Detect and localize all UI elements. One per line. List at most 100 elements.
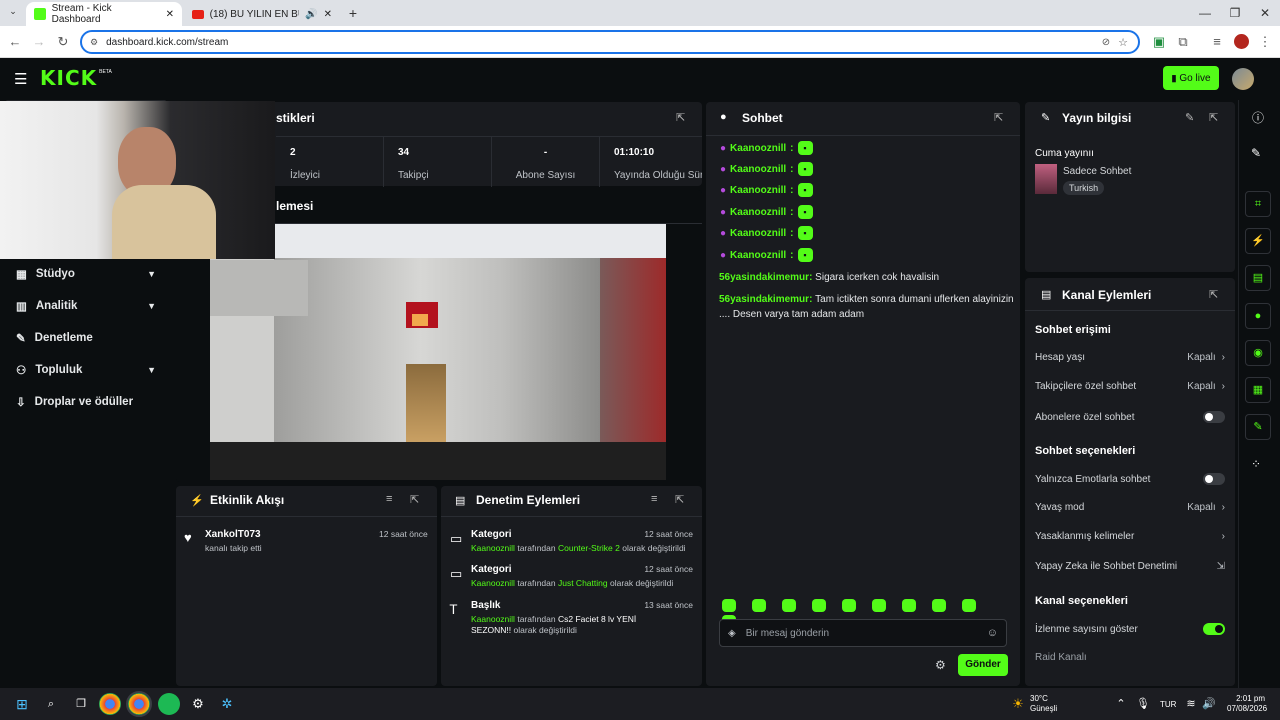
quick-emote-icon[interactable] [902, 599, 916, 612]
chat-user[interactable]: Kaanooznill [730, 228, 786, 239]
setting-raid-channel[interactable]: Raid Kanalı [1035, 652, 1225, 663]
setting-slow-mode[interactable]: Yavaş mod Kapalı › [1035, 502, 1225, 513]
steam-icon[interactable]: ⚙ [187, 693, 209, 715]
browser-menu-icon[interactable]: ⋮ [1254, 32, 1276, 52]
quick-emote-icon[interactable] [932, 599, 946, 612]
sidebar-item-studio[interactable]: ▦ Stüdyo ▼ [16, 264, 156, 284]
back-button[interactable]: ← [4, 32, 26, 52]
quick-emote-icon[interactable] [722, 599, 736, 612]
clock[interactable]: 2:01 pm 07/08/2026 [1227, 694, 1267, 714]
windows-start-icon[interactable]: ⊞ [11, 693, 33, 715]
setting-account-age[interactable]: Hesap yaşı Kapalı › [1035, 352, 1225, 363]
tab-kick-dashboard[interactable]: Stream - Kick Dashboard ✕ [26, 2, 182, 26]
setting-banned-words[interactable]: Yasaklanmış kelimeler › [1035, 531, 1225, 542]
edit-pencil-icon[interactable]: ✎ [1185, 111, 1194, 124]
chat-user[interactable]: Kaanooznill [730, 185, 786, 196]
go-live-button[interactable]: ▮ Go live [1163, 66, 1219, 90]
emote-quick-bar[interactable] [722, 599, 1018, 628]
spotify-icon[interactable] [158, 693, 180, 715]
user-avatar[interactable] [1232, 68, 1254, 90]
popout-icon[interactable]: ⇱ [994, 111, 1003, 124]
more-options-icon[interactable]: ⁘ [1251, 457, 1261, 471]
profile-avatar[interactable] [1234, 34, 1249, 49]
kick-logo[interactable]: KICK BETA [40, 66, 112, 90]
popout-icon[interactable]: ⇱ [675, 493, 684, 506]
setting-ai-moderation[interactable]: Yapay Zeka ile Sohbet Denetimi ⇲ [1035, 561, 1225, 572]
chat-input[interactable]: ◈ Bir mesaj gönderin ☺ [719, 619, 1007, 647]
filter-icon[interactable]: ≡ [651, 493, 657, 505]
rail-lightning-button[interactable]: ⚡ [1245, 228, 1271, 254]
popout-icon[interactable]: ⇱ [410, 493, 419, 506]
weather-widget[interactable]: 30°C Güneşli [1030, 694, 1057, 714]
language-indicator[interactable]: TUR [1160, 700, 1176, 709]
edit-pencil-icon[interactable]: ✎ [1251, 146, 1261, 160]
send-button[interactable]: Gönder [958, 654, 1008, 676]
quick-emote-icon[interactable] [842, 599, 856, 612]
chat-user[interactable]: Kaanooznill [730, 143, 786, 154]
close-window-button[interactable]: ✕ [1250, 0, 1280, 26]
setting-followers-only[interactable]: Takipçilere özel sohbet Kapalı › [1035, 381, 1225, 392]
tab-youtube[interactable]: (18) BU YILIN EN BÜYÜK DR 🔊 ✕ [184, 2, 340, 26]
minimize-button[interactable]: — [1190, 0, 1220, 26]
speaker-icon[interactable]: 🔊 [305, 9, 317, 20]
quick-emote-icon[interactable] [872, 599, 886, 612]
setting-label: Yavaş mod [1035, 502, 1085, 513]
chat-user[interactable]: Kaanooznill [730, 164, 786, 175]
quick-emote-icon[interactable] [962, 599, 976, 612]
maximize-button[interactable]: ❐ [1220, 0, 1250, 26]
site-info-icon[interactable]: ⚙ [90, 37, 98, 48]
media-controls-icon[interactable]: ≡ [1206, 32, 1228, 52]
reload-button[interactable]: ↻ [52, 32, 74, 52]
search-icon[interactable]: ⌕ [40, 693, 62, 715]
quick-emote-icon[interactable] [812, 599, 826, 612]
emote-only-toggle[interactable] [1203, 473, 1225, 485]
rail-document-button[interactable]: ▤ [1245, 265, 1271, 291]
chat-user[interactable]: Kaanooznill [730, 250, 786, 261]
tray-chevron-icon[interactable]: ⌃ [1110, 693, 1132, 715]
moderation-divider [441, 516, 702, 517]
rail-wrench-button[interactable]: ✎ [1245, 414, 1271, 440]
sidebar-item-moderation[interactable]: ✎ Denetleme [16, 328, 156, 348]
popout-icon[interactable]: ⇱ [1209, 111, 1218, 124]
mic-icon[interactable]: 🎙 [1132, 693, 1154, 715]
rail-broadcast-button[interactable]: ◉ [1245, 340, 1271, 366]
chat-user[interactable]: 56yasindakimemur [719, 272, 809, 283]
sidebar-item-community[interactable]: ⚇ Topluluk ▼ [16, 360, 156, 380]
chrome-active-icon[interactable] [126, 691, 152, 717]
sidebar-item-drops[interactable]: ⇩ Droplar ve ödüller [16, 392, 156, 412]
subscribers-only-toggle[interactable] [1203, 411, 1225, 423]
show-viewcount-toggle[interactable] [1203, 623, 1225, 635]
address-bar[interactable]: ⚙ dashboard.kick.com/stream ⊘ ☆ [80, 30, 1140, 54]
extensions-puzzle-icon[interactable]: ⧉ [1172, 32, 1194, 52]
tab-close-icon[interactable]: ✕ [166, 9, 174, 20]
forward-button[interactable]: → [28, 32, 50, 52]
rail-channel-button[interactable]: ▦ [1245, 377, 1271, 403]
filter-icon[interactable]: ≡ [386, 493, 392, 505]
info-icon[interactable]: ⓘ [1252, 109, 1264, 126]
popout-icon[interactable]: ⇱ [1209, 288, 1218, 301]
tab-search-icon[interactable]: ⌄ [6, 6, 20, 20]
rail-scan-button[interactable]: ⌗ [1245, 191, 1271, 217]
mic-badge-icon: ● [720, 206, 727, 218]
bookmark-star-icon[interactable]: ☆ [1118, 36, 1128, 49]
emoji-icon[interactable]: ☺ [987, 627, 998, 639]
chat-settings-gear-icon[interactable]: ⚙ [935, 658, 946, 672]
quick-emote-icon[interactable] [752, 599, 766, 612]
eye-off-icon[interactable]: ⊘ [1102, 37, 1110, 48]
task-view-icon[interactable]: ❐ [70, 693, 92, 715]
popout-icon[interactable]: ⇱ [676, 111, 685, 124]
chat-user[interactable]: 56yasindakimemur [719, 294, 809, 305]
stream-preview-video[interactable] [210, 224, 666, 480]
extension-icon[interactable]: ▣ [1148, 32, 1170, 52]
quick-emote-icon[interactable] [782, 599, 796, 612]
tab-close-icon[interactable]: ✕ [324, 9, 332, 20]
chat-user[interactable]: Kaanooznill [730, 207, 786, 218]
hamburger-menu-icon[interactable]: ☰ [14, 70, 27, 88]
volume-icon[interactable]: 🔊 [1198, 693, 1220, 715]
setting-label: İzlenme sayısını göster [1035, 623, 1138, 635]
sidebar-item-analytics[interactable]: ▥ Analitik ▼ [16, 296, 156, 316]
chrome-icon[interactable] [99, 693, 121, 715]
rail-chat-button[interactable]: ● [1245, 303, 1271, 329]
new-tab-button[interactable]: + [344, 4, 362, 22]
app-icon[interactable]: ✲ [216, 693, 238, 715]
